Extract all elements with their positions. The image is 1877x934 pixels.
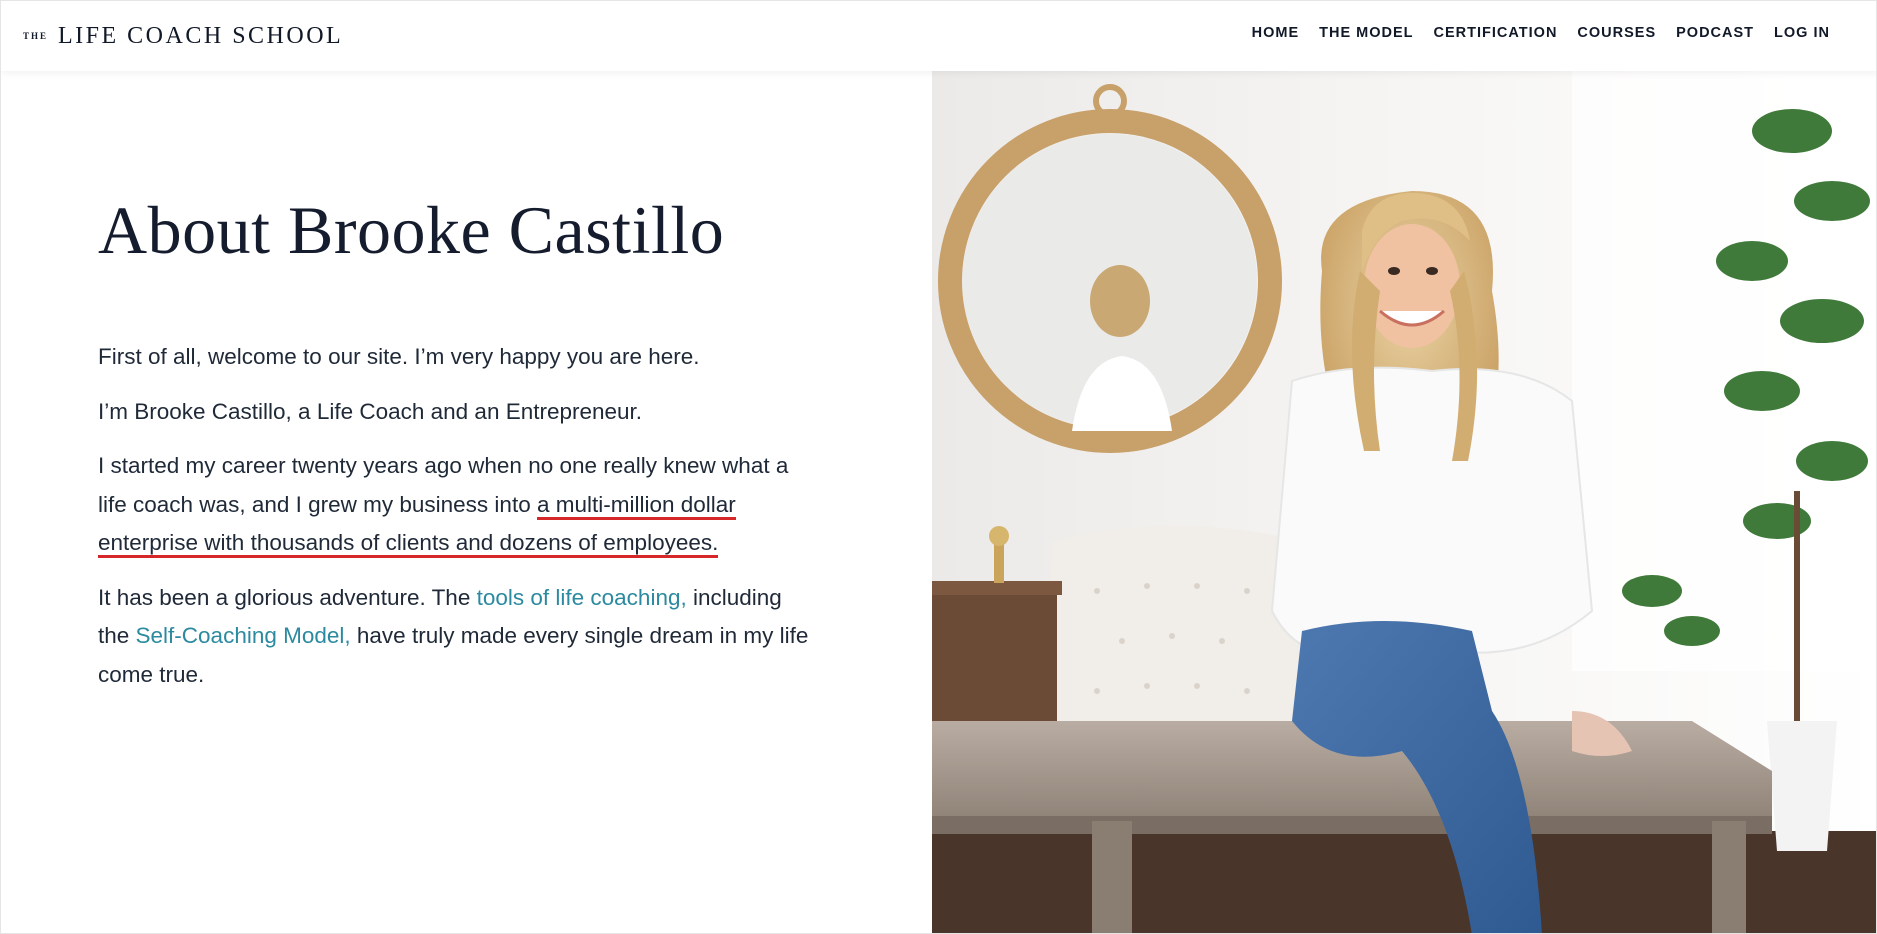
page: THE LIFE COACH SCHOOL HOME THE MODEL CER…: [0, 0, 1877, 934]
page-title: About Brooke Castillo: [98, 192, 725, 268]
logo-the-text: THE: [23, 31, 49, 41]
nav-the-model[interactable]: THE MODEL: [1319, 25, 1413, 41]
self-coaching-model-link[interactable]: Self-Coaching Model,: [136, 623, 351, 648]
site-logo[interactable]: THE LIFE COACH SCHOOL: [23, 21, 343, 51]
site-header: THE LIFE COACH SCHOOL HOME THE MODEL CER…: [1, 1, 1876, 71]
intro-paragraph-2: I’m Brooke Castillo, a Life Coach and an…: [98, 398, 643, 424]
intro-paragraph-3: I started my career twenty years ago whe…: [98, 447, 818, 563]
logo-wordmark: LIFE COACH SCHOOL: [58, 22, 344, 49]
about-content: About Brooke Castillo First of all, welc…: [98, 191, 818, 710]
intro-paragraph-4: It has been a glorious adventure. The to…: [98, 579, 818, 695]
main-nav: HOME THE MODEL CERTIFICATION COURSES POD…: [1232, 25, 1830, 41]
nav-podcast[interactable]: PODCAST: [1676, 25, 1754, 41]
nav-home[interactable]: HOME: [1252, 25, 1300, 41]
tools-of-life-coaching-link[interactable]: tools of life coaching,: [477, 585, 687, 610]
paragraph-4-text-start: It has been a glorious adventure. The: [98, 584, 477, 610]
brooke-castillo-photo: [932, 71, 1876, 933]
nav-courses[interactable]: COURSES: [1577, 25, 1656, 41]
nav-certification[interactable]: CERTIFICATION: [1434, 25, 1558, 41]
intro-paragraph-1: First of all, welcome to our site. I’m v…: [98, 344, 700, 369]
nav-log-in[interactable]: LOG IN: [1774, 25, 1830, 41]
